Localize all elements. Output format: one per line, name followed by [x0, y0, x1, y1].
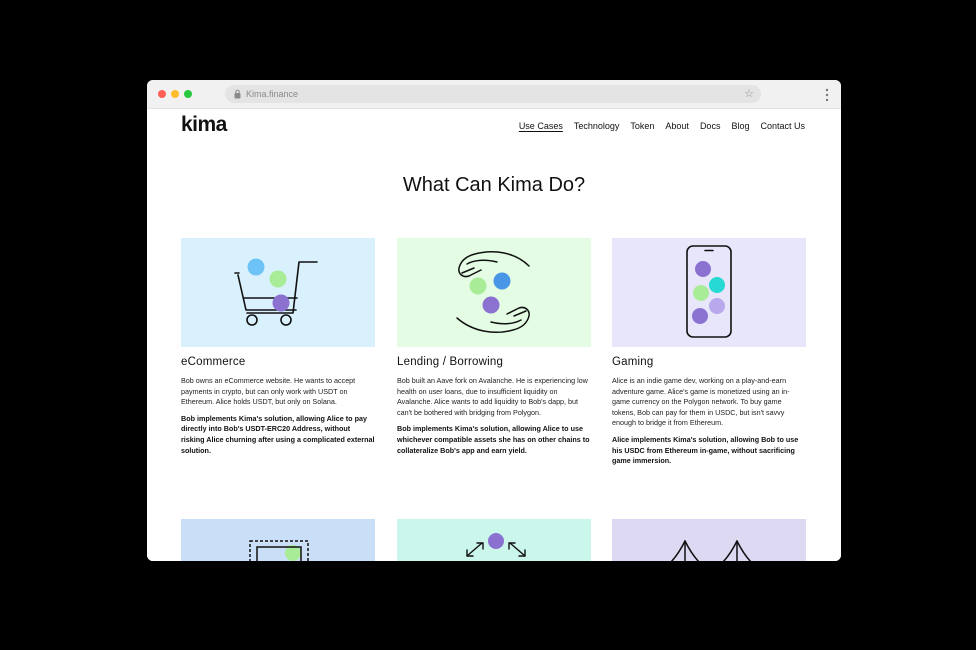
nav-technology[interactable]: Technology	[574, 120, 620, 132]
hands-icon	[456, 251, 530, 333]
lending-illustration	[397, 238, 591, 347]
bridge-illustration	[612, 519, 806, 561]
card-title: Gaming	[612, 356, 654, 368]
browser-window: Kima.finance ☆ kima Use Cases Technology…	[147, 80, 841, 561]
nav-docs[interactable]: Docs	[700, 120, 721, 132]
page-title: What Can Kima Do?	[402, 174, 586, 196]
kima-logo[interactable]: kima	[181, 112, 227, 138]
card-solution: Bob implements Kima's solution, allowing…	[181, 413, 375, 455]
card-title: Lending / Borrowing	[397, 356, 504, 368]
use-case-card-6	[612, 519, 806, 561]
minimize-window-button[interactable]	[171, 90, 179, 98]
purple-coin-icon	[488, 533, 504, 549]
card-solution: Bob implements Kima's solution, allowing…	[397, 424, 590, 455]
green-coin-icon	[693, 285, 709, 301]
stamp-illustration	[181, 519, 375, 561]
blue-coin-icon	[493, 272, 511, 290]
nav-blog[interactable]: Blog	[731, 120, 749, 132]
purple-coin-icon	[272, 294, 290, 312]
exchange-illustration	[397, 519, 591, 561]
nav-about[interactable]: About	[665, 120, 689, 132]
bookmark-star-icon[interactable]: ☆	[744, 86, 754, 102]
bridge-icon	[670, 540, 752, 561]
use-case-card-5	[397, 519, 591, 561]
browser-toolbar: Kima.finance ☆	[147, 80, 841, 109]
nav-token[interactable]: Token	[630, 120, 654, 132]
use-case-card-gaming: Gaming Alice is an indie game dev, worki…	[612, 238, 806, 467]
green-coin-icon	[269, 270, 287, 288]
lock-icon	[234, 89, 241, 99]
purple-coin-icon	[692, 308, 708, 324]
use-case-card-ecommerce: eCommerce Bob owns an eCommerce website.…	[181, 238, 375, 456]
web-page: kima Use Cases Technology Token About Do…	[147, 109, 841, 561]
card-description: Bob owns an eCommerce website. He wants …	[181, 376, 356, 407]
maximize-window-button[interactable]	[184, 90, 192, 98]
card-title: eCommerce	[181, 356, 246, 368]
purple-coin-icon	[695, 261, 711, 277]
card-solution: Alice implements Kima's solution, allowi…	[612, 434, 799, 466]
address-bar[interactable]: Kima.finance ☆	[225, 85, 761, 103]
ecommerce-illustration	[181, 238, 375, 347]
gaming-illustration	[612, 238, 806, 347]
blue-coin-icon	[247, 258, 265, 276]
green-coin-icon	[469, 277, 487, 295]
close-window-button[interactable]	[158, 90, 166, 98]
main-nav: Use Cases Technology Token About Docs Bl…	[519, 120, 805, 132]
browser-menu-icon[interactable]	[825, 88, 829, 102]
teal-coin-icon	[709, 277, 725, 293]
nav-use-cases[interactable]: Use Cases	[519, 120, 563, 132]
card-description: Alice is an indie game dev, working on a…	[612, 376, 790, 428]
card-description: Bob built an Aave fork on Avalanche. He …	[397, 376, 588, 417]
lilac-coin-icon	[709, 298, 725, 314]
url-text: Kima.finance	[246, 89, 299, 99]
use-case-card-4	[181, 519, 375, 561]
nav-contact-us[interactable]: Contact Us	[760, 120, 805, 132]
purple-coin-icon	[482, 296, 500, 314]
use-case-card-lending: Lending / Borrowing Bob built an Aave fo…	[397, 238, 591, 456]
